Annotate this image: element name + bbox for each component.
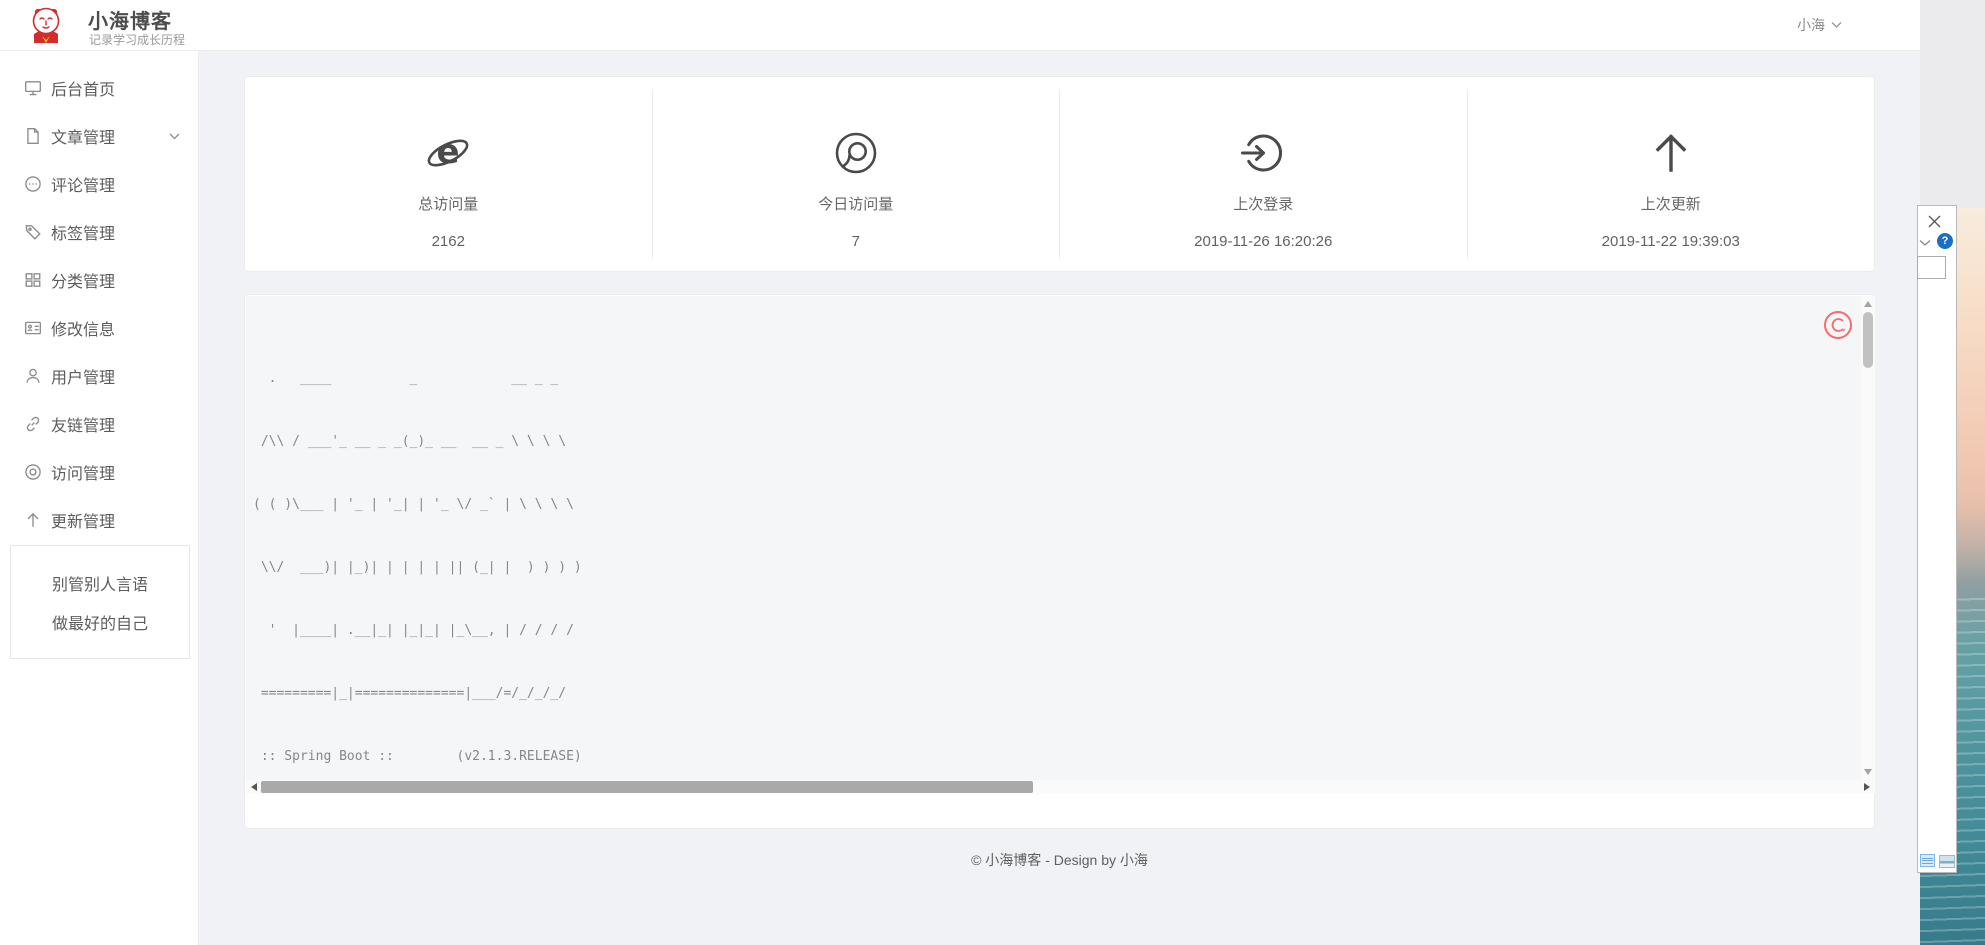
- update-icon: [1648, 130, 1694, 176]
- sidebar-item-label: 评论管理: [51, 172, 115, 196]
- refresh-icon: [1829, 316, 1847, 334]
- stat-label: 今日访问量: [818, 193, 893, 214]
- stat-label: 上次更新: [1641, 193, 1701, 214]
- horizontal-scrollbar[interactable]: [246, 780, 1875, 794]
- monitor-icon: [24, 79, 42, 97]
- refresh-log-button[interactable]: [1824, 311, 1852, 339]
- arrow-up-icon: [24, 511, 42, 529]
- log-panel: . ____ _ __ _ _ /\\ / ___'_ __ _ _(_)_ _…: [244, 294, 1875, 829]
- log-line: =========|_|==============|___/=/_/_/_/: [253, 683, 1861, 704]
- log-line: /\\ / ___'_ __ _ _(_)_ __ __ _ \ \ \ \: [253, 431, 1861, 452]
- sidebar-item-updates[interactable]: 更新管理: [0, 496, 198, 544]
- motto-line: 别管别人言语: [52, 571, 148, 595]
- stat-card-last-login: 上次登录 2019-11-26 16:20:26: [1059, 89, 1467, 259]
- sidebar-item-dashboard[interactable]: 后台首页: [0, 64, 198, 112]
- image-thumbnail-icon[interactable]: [1939, 855, 1955, 868]
- stat-value: 2162: [432, 233, 465, 250]
- vertical-scroll-thumb[interactable]: [1863, 312, 1873, 368]
- stat-value: 2019-11-22 19:39:03: [1602, 233, 1740, 250]
- sidebar-item-comments[interactable]: 评论管理: [0, 160, 198, 208]
- scroll-down-arrow[interactable]: [1864, 769, 1872, 775]
- ie-browser-icon: e: [425, 130, 471, 176]
- chevron-down-icon: [1831, 21, 1842, 29]
- sidebar-item-tags[interactable]: 标签管理: [0, 208, 198, 256]
- list-view-icon[interactable]: [1920, 854, 1935, 867]
- desktop-screenshot: 小海博客 记录学习成长历程 小海 后台首页 文章管理: [0, 0, 1985, 945]
- compass-icon: [24, 463, 42, 481]
- tag-icon: [24, 223, 42, 241]
- page-subtitle: 记录学习成长历程: [89, 31, 185, 48]
- spring-boot-log-console: . ____ _ __ _ _ /\\ / ___'_ __ _ _(_)_ _…: [246, 296, 1875, 794]
- sidebar-motto: 别管别人言语 做最好的自己: [10, 545, 190, 659]
- sidebar-item-articles[interactable]: 文章管理: [0, 112, 198, 160]
- document-icon: [24, 127, 42, 145]
- sidebar-item-links[interactable]: 友链管理: [0, 400, 198, 448]
- scroll-up-arrow[interactable]: [1864, 301, 1872, 307]
- sidebar-item-label: 修改信息: [51, 316, 115, 340]
- desktop-background-top: [1920, 0, 1985, 208]
- link-icon: [24, 415, 42, 433]
- stats-panel: e 总访问量 2162 今日访问量 7 上次登录 2019-11-26 16:2…: [244, 76, 1875, 272]
- footer-copyright: © 小海博客 - Design by 小海: [199, 850, 1920, 870]
- close-icon[interactable]: [1927, 214, 1942, 229]
- page-title: 小海博客: [88, 5, 172, 34]
- sidebar-item-visits[interactable]: 访问管理: [0, 448, 198, 496]
- stat-card-last-update: 上次更新 2019-11-22 19:39:03: [1467, 89, 1875, 259]
- scroll-right-arrow[interactable]: [1864, 783, 1870, 791]
- user-dropdown[interactable]: 小海: [1797, 0, 1842, 50]
- log-line: \\/ ___)| |_)| | | | | || (_| | ) ) ) ): [253, 557, 1861, 578]
- chevron-down-icon[interactable]: [1919, 239, 1931, 247]
- side-window-input[interactable]: [1917, 256, 1946, 279]
- motto-line: 做最好的自己: [52, 610, 148, 634]
- stat-label: 上次登录: [1233, 193, 1293, 214]
- sidebar-item-label: 友链管理: [51, 412, 115, 436]
- stat-label: 总访问量: [418, 193, 478, 214]
- log-output: . ____ _ __ _ _ /\\ / ___'_ __ _ _(_)_ _…: [253, 326, 1861, 794]
- chrome-browser-icon: [833, 130, 879, 176]
- stat-value: 2019-11-26 16:20:26: [1194, 233, 1332, 250]
- log-line: :: Spring Boot :: (v2.1.3.RELEASE): [253, 746, 1861, 767]
- idcard-icon: [24, 319, 42, 337]
- logo-avatar: [27, 6, 65, 44]
- sidebar-item-label: 更新管理: [51, 508, 115, 532]
- sidebar-item-label: 标签管理: [51, 220, 115, 244]
- sidebar-item-label: 访问管理: [51, 460, 115, 484]
- overlapping-side-window: ?: [1917, 205, 1957, 873]
- sidebar-item-label: 分类管理: [51, 268, 115, 292]
- scroll-left-arrow[interactable]: [251, 783, 257, 791]
- sidebar-item-profile[interactable]: 修改信息: [0, 304, 198, 352]
- stat-value: 7: [852, 233, 860, 250]
- log-line: ( ( )\___ | '_ | '_| | '_ \/ _` | \ \ \ …: [253, 494, 1861, 515]
- horizontal-scroll-thumb[interactable]: [261, 781, 1033, 793]
- log-line: ' |____| .__|_| |_|_| |_\__, | / / / /: [253, 620, 1861, 641]
- sidebar-item-label: 用户管理: [51, 364, 115, 388]
- grid-icon: [24, 271, 42, 289]
- vertical-scrollbar[interactable]: [1861, 296, 1875, 780]
- stat-card-total-visits: e 总访问量 2162: [245, 89, 652, 259]
- stat-card-today-visits: 今日访问量 7: [652, 89, 1060, 259]
- chevron-down-icon: [169, 131, 180, 142]
- app-header: 小海博客 记录学习成长历程 小海: [0, 0, 1920, 51]
- sidebar-item-users[interactable]: 用户管理: [0, 352, 198, 400]
- user-icon: [24, 367, 42, 385]
- comment-icon: [24, 175, 42, 193]
- log-line: . ____ _ __ _ _: [253, 368, 1861, 389]
- sidebar-item-categories[interactable]: 分类管理: [0, 256, 198, 304]
- help-icon[interactable]: ?: [1937, 233, 1953, 249]
- sidebar-item-label: 后台首页: [51, 76, 115, 100]
- login-icon: [1240, 130, 1286, 176]
- sidebar-item-label: 文章管理: [51, 124, 115, 148]
- user-name: 小海: [1797, 15, 1825, 35]
- sidebar: 后台首页 文章管理 评论管理 标签管理: [0, 50, 199, 945]
